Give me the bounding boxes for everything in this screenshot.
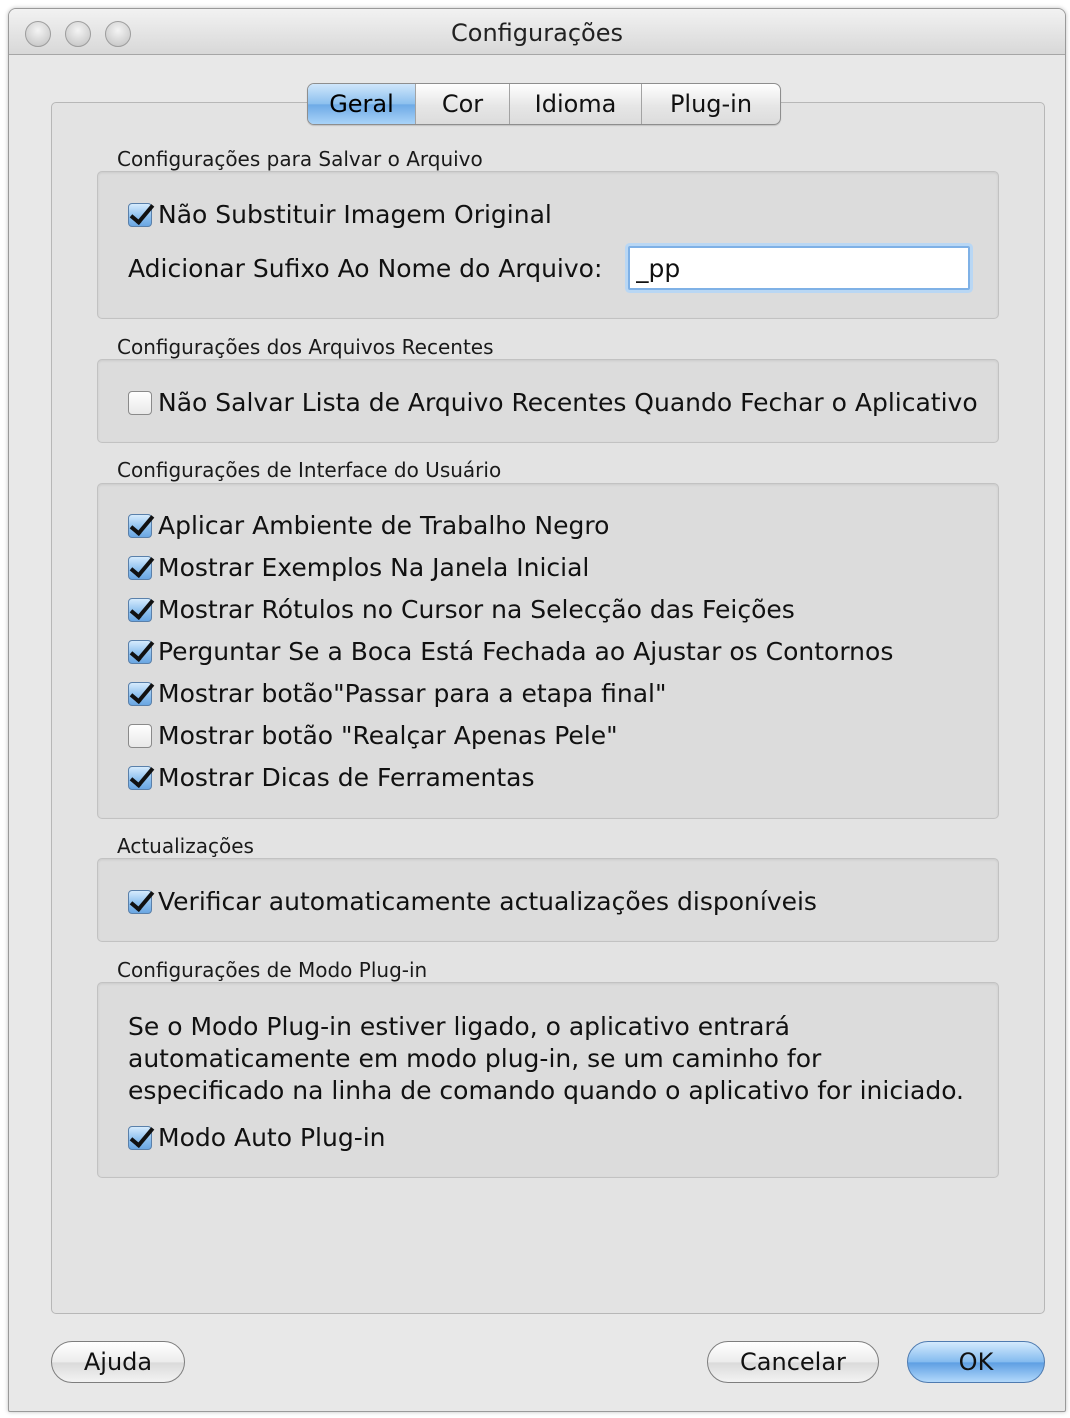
save-settings-heading: Configurações para Salvar o Arquivo	[117, 147, 483, 171]
cancel-button[interactable]: Cancelar	[707, 1341, 879, 1383]
dont-save-recent-label: Não Salvar Lista de Arquivo Recentes Qua…	[158, 388, 978, 417]
dont-replace-original-label: Não Substituir Imagem Original	[158, 200, 552, 229]
plugin-description-line: automaticamente em modo plug-in, se um c…	[128, 1044, 822, 1073]
plugin-mode-heading: Configurações de Modo Plug-in	[117, 958, 428, 982]
ui-option-label: Mostrar Exemplos Na Janela Inicial	[158, 553, 590, 582]
ui-option-checkbox[interactable]	[128, 723, 152, 748]
settings-window: Configurações Geral Cor Idioma Plug-in C…	[8, 8, 1066, 1412]
ui-option-final-step-button[interactable]: Mostrar botão"Passar para a etapa final"	[128, 679, 666, 708]
ui-option-label: Mostrar Rótulos no Cursor na Selecção da…	[158, 595, 795, 624]
ok-button[interactable]: OK	[907, 1341, 1045, 1383]
auto-check-updates-option[interactable]: Verificar automaticamente actualizações …	[128, 887, 817, 916]
ui-option-label: Perguntar Se a Boca Está Fechada ao Ajus…	[158, 637, 894, 666]
save-settings-group: Não Substituir Imagem Original Adicionar…	[97, 171, 999, 319]
ui-option-checkbox[interactable]	[128, 597, 152, 622]
updates-group: Verificar automaticamente actualizações …	[97, 858, 999, 942]
dont-save-recent-checkbox[interactable]	[128, 390, 152, 415]
ui-option-ask-mouth-closed[interactable]: Perguntar Se a Boca Está Fechada ao Ajus…	[128, 637, 893, 666]
tab-idioma[interactable]: Idioma	[510, 84, 642, 124]
ui-option-dark-workspace[interactable]: Aplicar Ambiente de Trabalho Negro	[128, 511, 609, 540]
ui-option-checkbox[interactable]	[128, 681, 152, 706]
recent-files-heading: Configurações dos Arquivos Recentes	[117, 335, 494, 359]
dont-replace-original-option[interactable]: Não Substituir Imagem Original	[128, 200, 552, 229]
updates-heading: Actualizações	[117, 834, 254, 858]
plugin-mode-group: Se o Modo Plug-in estiver ligado, o apli…	[97, 982, 999, 1178]
dont-replace-original-checkbox[interactable]	[128, 202, 152, 227]
ui-option-checkbox[interactable]	[128, 555, 152, 580]
ui-option-show-examples[interactable]: Mostrar Exemplos Na Janela Inicial	[128, 553, 589, 582]
ui-option-label: Mostrar botão "Realçar Apenas Pele"	[158, 721, 618, 750]
ui-option-checkbox[interactable]	[128, 639, 152, 664]
ui-option-skin-only-button[interactable]: Mostrar botão "Realçar Apenas Pele"	[128, 721, 618, 750]
auto-check-updates-checkbox[interactable]	[128, 889, 152, 914]
ui-option-label: Mostrar botão"Passar para a etapa final"	[158, 679, 667, 708]
tab-plug-in[interactable]: Plug-in	[642, 84, 780, 124]
ui-settings-group: Aplicar Ambiente de Trabalho Negro Mostr…	[97, 483, 999, 819]
dont-save-recent-option[interactable]: Não Salvar Lista de Arquivo Recentes Qua…	[128, 388, 978, 417]
ui-option-checkbox[interactable]	[128, 513, 152, 538]
auto-plugin-label: Modo Auto Plug-in	[158, 1123, 386, 1152]
ui-option-label: Aplicar Ambiente de Trabalho Negro	[158, 511, 610, 540]
help-button[interactable]: Ajuda	[51, 1341, 185, 1383]
ui-settings-heading: Configurações de Interface do Usuário	[117, 458, 502, 482]
tab-geral[interactable]: Geral	[308, 84, 416, 124]
tab-cor[interactable]: Cor	[416, 84, 510, 124]
ui-option-checkbox[interactable]	[128, 765, 152, 790]
title-bar[interactable]: Configurações	[9, 9, 1065, 55]
plugin-mode-description: Se o Modo Plug-in estiver ligado, o apli…	[128, 1011, 988, 1107]
auto-check-updates-label: Verificar automaticamente actualizações …	[158, 887, 817, 916]
tab-bar: Geral Cor Idioma Plug-in	[307, 83, 781, 125]
suffix-label: Adicionar Sufixo Ao Nome do Arquivo:	[128, 254, 603, 283]
auto-plugin-option[interactable]: Modo Auto Plug-in	[128, 1123, 386, 1152]
ui-option-cursor-labels[interactable]: Mostrar Rótulos no Cursor na Selecção da…	[128, 595, 795, 624]
suffix-input[interactable]	[628, 246, 970, 290]
recent-files-group: Não Salvar Lista de Arquivo Recentes Qua…	[97, 359, 999, 443]
window-title: Configurações	[451, 19, 623, 47]
auto-plugin-checkbox[interactable]	[128, 1125, 152, 1150]
ui-option-label: Mostrar Dicas de Ferramentas	[158, 763, 535, 792]
plugin-description-line: especificado na linha de comando quando …	[128, 1076, 964, 1105]
ui-option-tooltips[interactable]: Mostrar Dicas de Ferramentas	[128, 763, 535, 792]
plugin-description-line: Se o Modo Plug-in estiver ligado, o apli…	[128, 1012, 790, 1041]
